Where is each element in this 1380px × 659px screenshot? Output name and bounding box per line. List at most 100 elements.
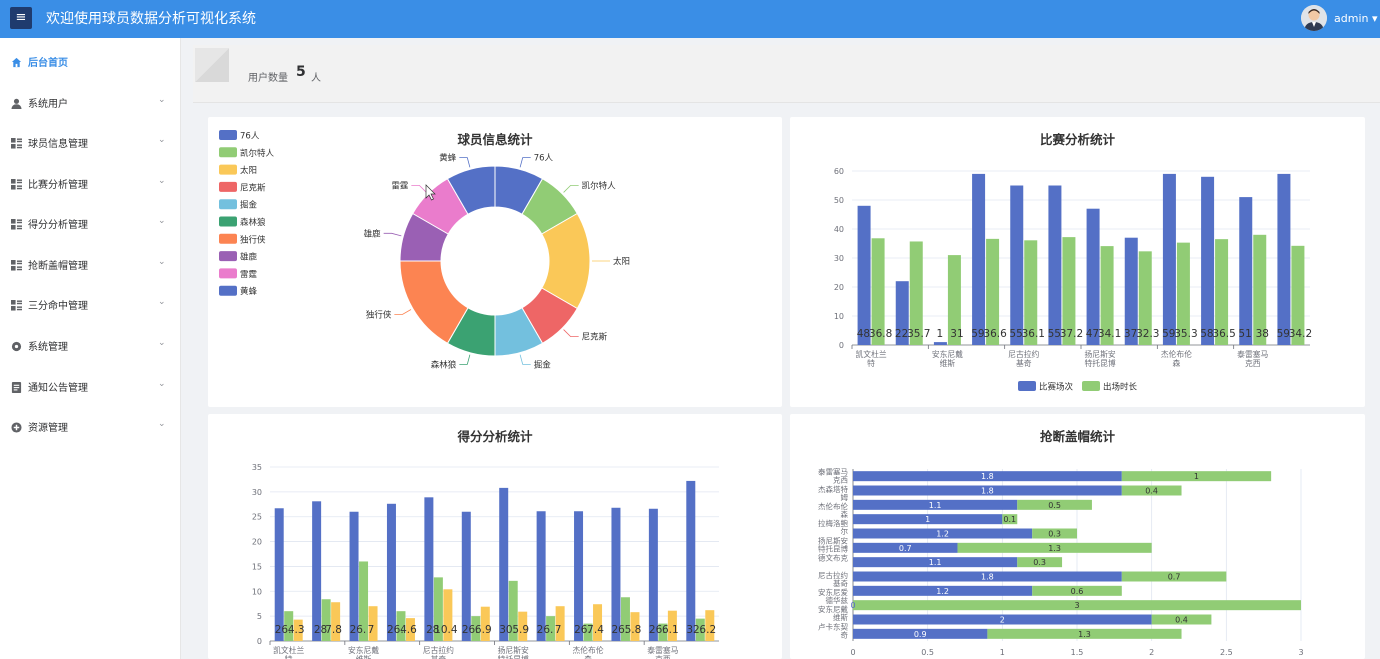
bar-data-label: 36.5 [1212,328,1235,340]
bar-data-label: 35.7 [907,328,930,340]
bar-data-label: 0.1 [1003,515,1016,524]
bar-data-label: 38 [1256,328,1269,340]
sidebar: 后台首页 系统用户 ⌄ 球员信息管理 ⌄ 比赛分析管理 ⌄ 得分分析管理 ⌄ 抢… [0,38,181,659]
y-tick-label: 克西 [833,476,848,485]
sidebar-item-scoring-analysis[interactable]: 得分分析管理 ⌄ [0,206,180,246]
y-tick-label: 奇 [841,629,849,639]
bar [857,205,871,345]
x-tick-label: 特托昆博 [498,654,529,659]
sidebar-item-notices[interactable]: 通知公告管理 ⌄ [0,369,180,409]
bar [574,511,584,641]
y-tick-label: 20 [252,538,262,547]
scoring-analysis-bar-chart: 0510152025303526.4.3 287.8 26. 7 26.4.6 2810.… [252,463,719,659]
admin-user-menu[interactable]: admin ▾ [1334,0,1378,38]
bar-data-label: 26. [537,624,554,636]
bar-data-label: 1.3 [1048,544,1061,553]
bar-data-label: 31 [950,328,963,340]
x-tick-label: 特 [285,654,293,659]
pie-label: 黄蜂 [439,153,457,164]
legend-swatch [1082,381,1100,391]
bar-data-label: 34.2 [1289,328,1312,340]
chevron-down-icon: ▾ [1368,12,1378,25]
avatar[interactable] [1301,5,1327,31]
x-tick-label: 0 [850,648,855,657]
pie-label: 尼克斯 [582,332,608,343]
sidebar-item-three-point[interactable]: 三分命中管理 ⌄ [0,287,180,327]
x-tick-label: 尼古拉约 [1008,349,1039,359]
x-tick-label: 维斯 [356,654,372,659]
pie-leader-line [519,157,531,168]
pie-leader-line [459,157,471,168]
bar [499,487,509,641]
bar [274,508,284,641]
top-bar: ≡ 欢迎使用球员数据分析可视化系统 admin ▾ [0,0,1380,38]
bar-data-label: 51 [1238,328,1251,340]
match-analysis-bar-chart: 01020304050604836.8 2235.7 1 31 5936.6 5536.1… [834,167,1312,393]
bar [611,507,621,641]
chevron-down-icon: ⌄ [158,257,166,267]
bar-data-label: 36.6 [983,328,1007,340]
y-tick-label: 20 [834,283,844,292]
y-tick-label: 0 [839,341,844,350]
x-tick-label: 泰雷塞马 [1237,349,1268,359]
bar-data-label: 6.2 [699,624,716,636]
sidebar-item-steals-blocks[interactable]: 抢断盖帽管理 ⌄ [0,247,180,287]
bar-data-label: 3 [1074,601,1079,610]
legend-swatch [219,181,237,192]
y-tick-label: 德华兹 [826,595,849,605]
grid-icon [11,219,22,230]
bar [424,497,434,641]
legend-swatch [1018,381,1036,391]
bar-data-label: 1.2 [936,530,949,539]
bar [972,173,986,345]
bar-data-label: 6.9 [475,624,492,636]
sidebar-item-system-users[interactable]: 系统用户 ⌄ [0,85,180,125]
sidebar-item-resources[interactable]: 资源管理 ⌄ [0,409,180,449]
bar-data-label: 5.9 [512,624,529,636]
bar [1162,173,1176,345]
sidebar-item-label: 比赛分析管理 [28,180,88,191]
sidebar-item-system-management[interactable]: 系统管理 ⌄ [0,328,180,368]
sidebar-item-home[interactable]: 后台首页 [0,44,180,84]
pie-label: 凯尔特人 [582,180,617,191]
document-icon [11,382,22,393]
sidebar-item-match-analysis[interactable]: 比赛分析管理 ⌄ [0,166,180,206]
steals-blocks-bar-chart: 0 0.5 1 1.5 2 2.5 3 1.8 1 1.8 0.4 1.1 0.5 1 0.1 1.2 0.3 0… [818,467,1304,657]
bar-data-label: 34.1 [1098,328,1121,340]
bar [536,511,546,641]
x-tick-label: 安东尼戴 [348,645,379,655]
match-analysis-chart-card: 比赛分析统计 0 10 20 30 40 50 60 48 36.8 22 35.7 1 31 59 36.… [790,117,1365,407]
y-tick-label: 15 [252,562,262,571]
x-tick-label: 维斯 [940,358,956,368]
x-tick-label: 基奇 [1016,358,1032,368]
x-tick-label: 2.5 [1220,648,1233,657]
bar-data-label: 4.3 [288,624,305,636]
plus-circle-icon [11,422,22,433]
app-title: 欢迎使用球员数据分析可视化系统 [46,11,256,27]
chevron-down-icon: ⌄ [158,419,166,429]
sidebar-item-label: 抢断盖帽管理 [28,261,88,272]
x-tick-label: 特托昆博 [1084,358,1115,368]
bar-data-label: 5.8 [625,624,642,636]
pie-label: 独行侠 [366,310,392,321]
bar-data-label: 37.2 [1060,328,1083,340]
legend-label: 独行侠 [240,234,266,245]
grid-icon [11,179,22,190]
chevron-down-icon: ⌄ [158,176,166,186]
hamburger-menu-icon[interactable]: ≡ [10,7,32,29]
bar-data-label: 0.4 [1175,616,1188,625]
bar-data-label: 0.7 [1168,573,1181,582]
x-tick-label: 1 [1000,648,1005,657]
legend-label: 尼克斯 [240,182,266,193]
bar-data-label: 36.1 [1022,328,1045,340]
bar-data-label: 1 [1194,472,1199,481]
sidebar-item-player-info[interactable]: 球员信息管理 ⌄ [0,125,180,165]
x-tick-label: 0.5 [921,648,934,657]
y-tick-label: 维斯 [833,612,848,622]
player-info-donut-chart: 76人凯尔特人太阳尼克斯掘金森林狼独行侠雄鹿雷霆黄蜂76人凯尔特人太阳尼克斯掘金… [219,130,630,370]
pie-leader-line [519,354,531,365]
y-tick-label: 姆 [841,492,849,502]
y-tick-label: 尔 [841,526,849,536]
legend-label: 凯尔特人 [240,148,275,159]
x-tick-label: 尼古拉约 [423,645,454,655]
